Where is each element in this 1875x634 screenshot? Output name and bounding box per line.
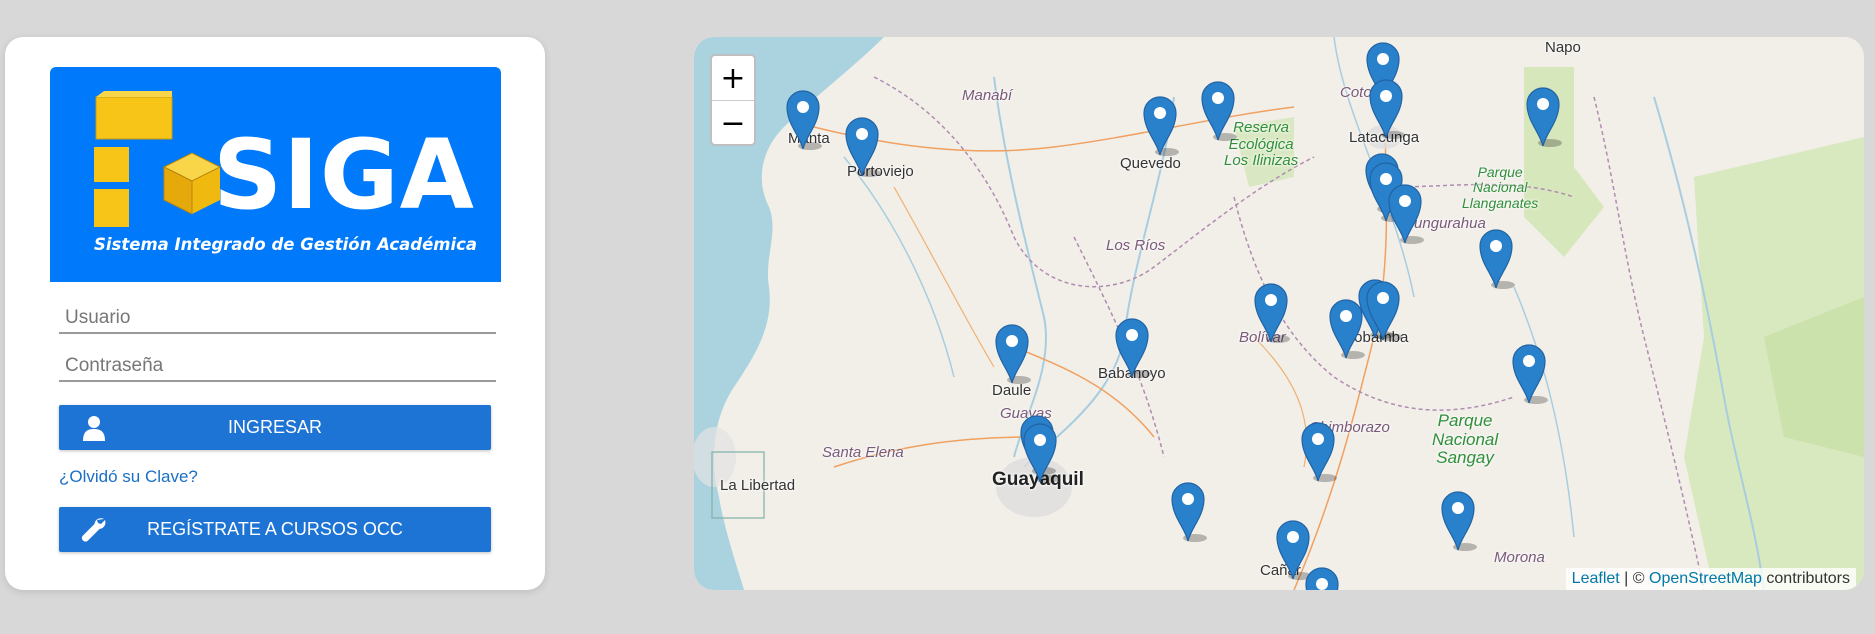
- map-marker-icon[interactable]: [1510, 342, 1548, 404]
- map-marker-icon[interactable]: [1252, 281, 1290, 343]
- password-input[interactable]: [59, 352, 496, 382]
- map-marker-icon[interactable]: [1386, 182, 1424, 244]
- place-label: Parque Nacional Llanganates: [1462, 164, 1539, 211]
- place-label: Morona: [1494, 549, 1545, 566]
- login-card: SIGA Sistema Integrado de Gestión Académ…: [5, 37, 545, 590]
- map-view[interactable]: + − Manta Portoviejo Manabí Quevedo Coto…: [694, 37, 1864, 590]
- map-attribution: Leaflet | © OpenStreetMap contributors: [1565, 568, 1856, 590]
- place-label: Daule: [992, 382, 1032, 399]
- map-marker-icon[interactable]: [784, 88, 822, 150]
- place-label: Santa Elena: [822, 444, 904, 461]
- place-label: Parque Nacional Sangay: [1432, 411, 1499, 468]
- place-label: Manabí: [962, 87, 1013, 104]
- logo-word: SIGA: [213, 119, 475, 231]
- map-marker-icon[interactable]: [1303, 565, 1341, 590]
- login-button-label: INGRESAR: [227, 417, 323, 437]
- zoom-control: + −: [710, 54, 756, 146]
- map-marker-icon[interactable]: [843, 115, 881, 177]
- map-marker-icon[interactable]: [1524, 85, 1562, 147]
- place-label: Napo: [1545, 39, 1581, 56]
- openstreetmap-link[interactable]: OpenStreetMap: [1649, 570, 1762, 587]
- place-label: Los Ríos: [1106, 237, 1166, 254]
- forgot-password-link[interactable]: ¿Olvidó su Clave?: [59, 467, 198, 487]
- login-button[interactable]: INGRESAR: [59, 405, 491, 450]
- map-marker-icon[interactable]: [1141, 94, 1179, 156]
- map-marker-icon[interactable]: [993, 322, 1031, 384]
- map-marker-icon[interactable]: [1021, 421, 1059, 483]
- register-courses-button[interactable]: REGÍSTRATE A CURSOS OCC: [59, 507, 491, 552]
- username-input[interactable]: [59, 304, 496, 334]
- map-marker-icon[interactable]: [1199, 79, 1237, 141]
- leaflet-link[interactable]: Leaflet: [1572, 570, 1620, 587]
- attribution-contributors: contributors: [1761, 570, 1850, 587]
- map-marker-icon[interactable]: [1327, 297, 1365, 359]
- wrench-icon: [59, 507, 129, 552]
- map-marker-icon[interactable]: [1113, 316, 1151, 378]
- place-label: La Libertad: [720, 477, 796, 494]
- zoom-in-button[interactable]: +: [712, 56, 754, 100]
- zoom-out-button[interactable]: −: [712, 100, 754, 145]
- register-button-label: REGÍSTRATE A CURSOS OCC: [147, 519, 403, 539]
- siga-logo: SIGA Sistema Integrado de Gestión Académ…: [50, 67, 501, 282]
- place-label: Quevedo: [1120, 155, 1181, 172]
- map-marker-icon[interactable]: [1477, 227, 1515, 289]
- attribution-separator: | ©: [1619, 570, 1649, 587]
- map-marker-icon[interactable]: [1439, 489, 1477, 551]
- map-marker-icon[interactable]: [1299, 420, 1337, 482]
- logo-subtitle: Sistema Integrado de Gestión Académica: [94, 235, 478, 254]
- user-icon: [59, 405, 129, 450]
- map-marker-icon[interactable]: [1364, 279, 1402, 341]
- map-marker-icon[interactable]: [1367, 77, 1405, 139]
- map-marker-icon[interactable]: [1169, 480, 1207, 542]
